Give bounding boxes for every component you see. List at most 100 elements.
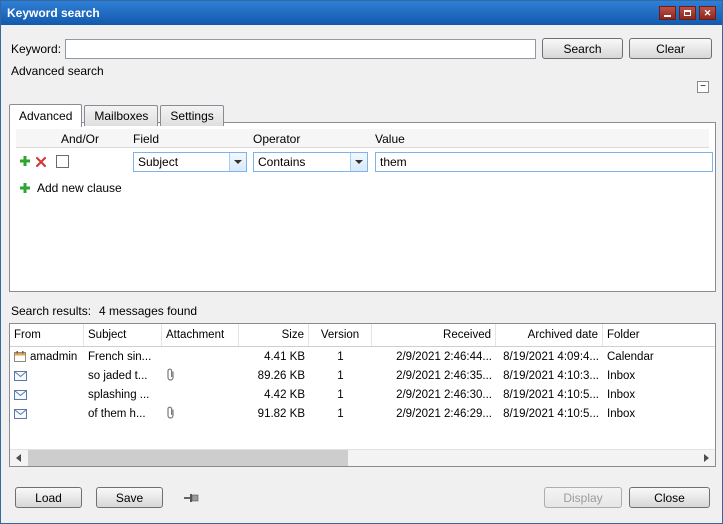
andor-column-header: And/Or [61, 132, 99, 146]
scroll-right-button[interactable] [698, 450, 715, 466]
window-title: Keyword search [7, 6, 656, 20]
cell-from [10, 366, 84, 385]
cell-folder: Inbox [603, 366, 715, 385]
close-dialog-button[interactable]: Close [629, 487, 710, 508]
column-header-received[interactable]: Received [372, 324, 496, 346]
cell-attachment [162, 404, 239, 423]
keyword-label: Keyword: [11, 42, 65, 56]
column-header-subject[interactable]: Subject [84, 324, 162, 346]
cell-version: 1 [309, 385, 372, 404]
cell-subject: splashing ... [84, 385, 162, 404]
tab-settings[interactable]: Settings [160, 105, 223, 126]
chevron-down-icon [350, 153, 367, 171]
collapse-toggle[interactable]: − [697, 81, 709, 93]
maximize-icon [684, 10, 691, 16]
cell-folder: Inbox [603, 404, 715, 423]
scroll-left-button[interactable] [10, 450, 27, 466]
clear-button[interactable]: Clear [629, 38, 712, 59]
cell-subject: French sin... [84, 347, 162, 366]
cell-received: 2/9/2021 2:46:44... [372, 347, 496, 366]
cell-from [10, 404, 84, 423]
close-button[interactable]: ✕ [699, 6, 716, 20]
clause-checkbox[interactable] [56, 155, 69, 168]
results-summary: Search results: 4 messages found [11, 304, 197, 318]
footer-bar: Load Save Display Close [1, 487, 722, 513]
keyword-input[interactable] [65, 39, 536, 59]
operator-select-value: Contains [254, 155, 350, 169]
keyword-row: Keyword: Search Clear [11, 38, 712, 59]
cell-version: 1 [309, 366, 372, 385]
cell-received: 2/9/2021 2:46:30... [372, 385, 496, 404]
cell-archived-date: 8/19/2021 4:10:3... [496, 366, 603, 385]
cell-version: 1 [309, 404, 372, 423]
paperclip-icon [166, 406, 175, 422]
cell-from [10, 385, 84, 404]
advanced-search-label[interactable]: Advanced search [11, 64, 104, 78]
tab-strip: Advanced Mailboxes Settings [9, 104, 226, 126]
cell-attachment [162, 385, 239, 404]
cell-attachment [162, 366, 239, 385]
minimize-icon [664, 15, 671, 17]
results-header-row: From Subject Attachment Size Version Rec… [10, 324, 715, 347]
load-button[interactable]: Load [15, 487, 82, 508]
tab-advanced[interactable]: Advanced [9, 104, 82, 127]
calendar-item-icon [14, 351, 26, 362]
column-header-from[interactable]: From [10, 324, 84, 346]
cell-folder: Inbox [603, 385, 715, 404]
add-clause-plus-icon[interactable] [19, 155, 31, 167]
minus-icon: − [700, 82, 706, 92]
search-button[interactable]: Search [542, 38, 623, 59]
results-summary-count: 4 messages found [99, 304, 197, 318]
cell-folder: Calendar [603, 347, 715, 366]
cell-size: 91.82 KB [239, 404, 309, 423]
field-column-header: Field [133, 132, 159, 146]
field-select[interactable]: Subject [133, 152, 247, 172]
field-select-value: Subject [134, 155, 229, 169]
save-button[interactable]: Save [96, 487, 163, 508]
add-new-clause-label: Add new clause [37, 181, 122, 195]
results-table: From Subject Attachment Size Version Rec… [9, 323, 716, 467]
column-header-folder[interactable]: Folder [603, 324, 715, 346]
operator-column-header: Operator [253, 132, 300, 146]
column-header-archived-date[interactable]: Archived date [496, 324, 603, 346]
clause-value-input[interactable] [375, 152, 713, 172]
cell-received: 2/9/2021 2:46:35... [372, 366, 496, 385]
keyword-search-window: Keyword search ✕ Keyword: Search Clear A… [0, 0, 723, 524]
cell-archived-date: 8/19/2021 4:09:4... [496, 347, 603, 366]
remove-clause-x-icon[interactable] [36, 157, 46, 167]
clause-header-row: And/Or Field Operator Value [16, 129, 709, 148]
table-row[interactable]: of them h... 91.82 KB 1 2/9/2021 2:46:29… [10, 404, 715, 423]
scrollbar-thumb[interactable] [28, 450, 348, 466]
table-row[interactable]: so jaded t... 89.26 KB 1 2/9/2021 2:46:3… [10, 366, 715, 385]
horizontal-scrollbar[interactable] [10, 449, 715, 466]
cell-size: 4.41 KB [239, 347, 309, 366]
add-new-clause-link[interactable]: Add new clause [16, 179, 122, 197]
cell-version: 1 [309, 347, 372, 366]
chevron-down-icon [229, 153, 246, 171]
table-row[interactable]: splashing ... 4.42 KB 1 2/9/2021 2:46:30… [10, 385, 715, 404]
cell-archived-date: 8/19/2021 4:10:5... [496, 404, 603, 423]
column-header-version[interactable]: Version [309, 324, 372, 346]
tab-mailboxes[interactable]: Mailboxes [84, 105, 158, 126]
display-button[interactable]: Display [544, 487, 622, 508]
column-header-attachment[interactable]: Attachment [162, 324, 239, 346]
operator-select[interactable]: Contains [253, 152, 368, 172]
titlebar[interactable]: Keyword search ✕ [1, 1, 722, 25]
pin-icon[interactable] [184, 493, 200, 503]
table-row[interactable]: amadmin French sin... 4.41 KB 1 2/9/2021… [10, 347, 715, 366]
paperclip-icon [166, 368, 175, 384]
value-column-header: Value [375, 132, 405, 146]
envelope-icon [14, 371, 27, 381]
maximize-button[interactable] [679, 6, 696, 20]
envelope-icon [14, 390, 27, 400]
cell-size: 4.42 KB [239, 385, 309, 404]
cell-received: 2/9/2021 2:46:29... [372, 404, 496, 423]
from-text: amadmin [30, 351, 77, 363]
advanced-tab-panel: And/Or Field Operator Value Subject Cont… [9, 122, 716, 292]
results-summary-label: Search results: [11, 304, 91, 318]
clause-row: Subject Contains [16, 150, 709, 174]
column-header-size[interactable]: Size [239, 324, 309, 346]
plus-icon [19, 182, 31, 194]
cell-attachment [162, 347, 239, 366]
minimize-button[interactable] [659, 6, 676, 20]
